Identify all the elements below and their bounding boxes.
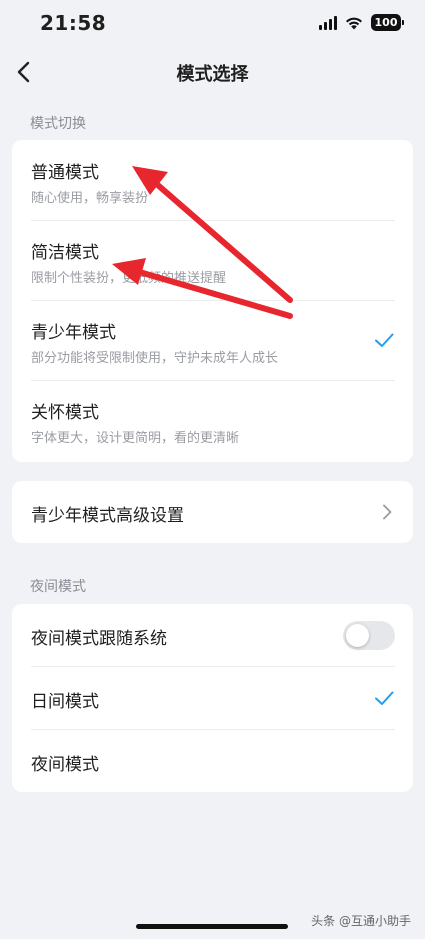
checkmark-icon bbox=[375, 691, 394, 705]
home-indicator bbox=[136, 924, 288, 929]
battery-icon: 100 bbox=[371, 14, 404, 31]
mode-item-simple[interactable]: 简洁模式 限制个性装扮，更低频的推送提醒 bbox=[12, 220, 413, 300]
teen-settings-card: 青少年模式高级设置 bbox=[12, 481, 413, 543]
mode-item-care[interactable]: 关怀模式 字体更大，设计更简明，看的更清晰 bbox=[12, 380, 413, 460]
mode-item-title: 青少年模式 bbox=[31, 323, 116, 343]
follow-system-toggle[interactable] bbox=[343, 621, 395, 650]
wifi-icon bbox=[346, 17, 362, 29]
mode-list-card: 普通模式 随心使用，畅享装扮 简洁模式 限制个性装扮，更低频的推送提醒 青少年模… bbox=[12, 140, 413, 462]
status-bar: 21:58 100 bbox=[0, 0, 425, 48]
toggle-knob bbox=[346, 624, 369, 647]
mode-item-title: 关怀模式 bbox=[31, 403, 99, 423]
section-title-night: 夜间模式 bbox=[30, 579, 86, 595]
night-mode-card: 夜间模式跟随系统 日间模式 夜间模式 bbox=[12, 604, 413, 792]
mode-item-teen[interactable]: 青少年模式 部分功能将受限制使用，守护未成年人成长 bbox=[12, 300, 413, 380]
mode-item-subtitle: 限制个性装扮，更低频的推送提醒 bbox=[31, 271, 227, 286]
mode-item-title: 简洁模式 bbox=[31, 243, 99, 263]
page-title: 模式选择 bbox=[176, 64, 249, 85]
mode-item-subtitle: 字体更大，设计更简明，看的更清晰 bbox=[31, 431, 240, 446]
mode-item-subtitle: 部分功能将受限制使用，守护未成年人成长 bbox=[31, 351, 279, 366]
night-item-title: 夜间模式 bbox=[31, 755, 99, 775]
watermark: 头条 @互通小助手 bbox=[311, 914, 411, 928]
night-follow-system-row: 夜间模式跟随系统 bbox=[12, 604, 413, 666]
chevron-right-icon bbox=[383, 504, 392, 520]
mode-item-normal[interactable]: 普通模式 随心使用，畅享装扮 bbox=[12, 140, 413, 220]
night-item-title: 日间模式 bbox=[31, 692, 99, 712]
night-item-day[interactable]: 日间模式 bbox=[31, 666, 395, 729]
checkmark-icon bbox=[375, 333, 394, 347]
teen-advanced-settings-label: 青少年模式高级设置 bbox=[31, 506, 184, 526]
mode-item-subtitle: 随心使用，畅享装扮 bbox=[31, 191, 149, 206]
cellular-signal-icon bbox=[319, 15, 337, 30]
section-title-mode: 模式切换 bbox=[30, 116, 86, 132]
status-icons: 100 bbox=[319, 14, 404, 31]
teen-advanced-settings-row[interactable]: 青少年模式高级设置 bbox=[12, 481, 413, 543]
status-time: 21:58 bbox=[40, 11, 107, 35]
mode-item-title: 普通模式 bbox=[31, 163, 99, 183]
nav-bar: 模式选择 bbox=[0, 50, 425, 94]
night-item-night[interactable]: 夜间模式 bbox=[31, 729, 395, 792]
night-follow-system-label: 夜间模式跟随系统 bbox=[31, 629, 167, 649]
